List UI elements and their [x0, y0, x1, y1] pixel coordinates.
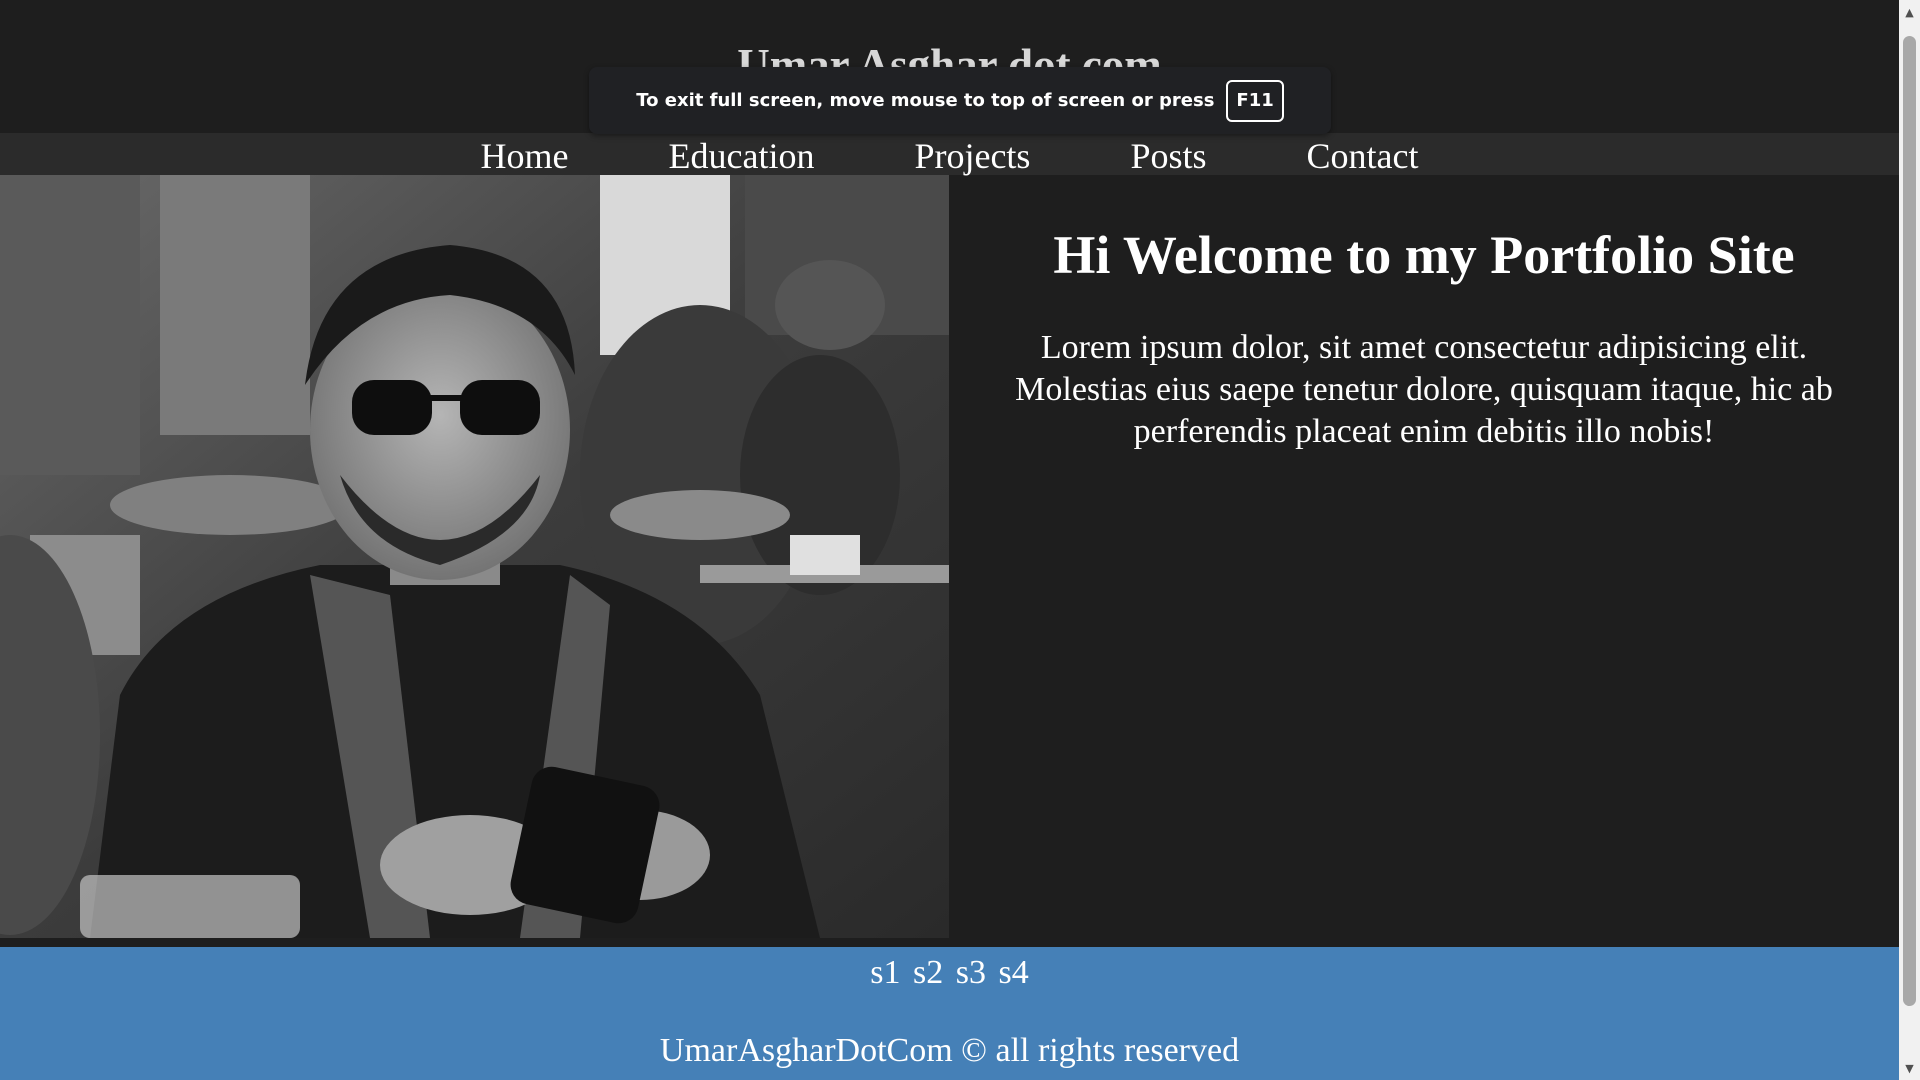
scrollbar-thumb[interactable] [1903, 36, 1916, 1006]
nav-posts[interactable]: Posts [1130, 131, 1206, 177]
social-link-s4[interactable]: s4 [998, 954, 1028, 991]
portfolio-page: Umar Asghar dot com To exit full screen,… [0, 0, 1920, 1080]
portrait-photo [0, 175, 949, 938]
nav-contact[interactable]: Contact [1306, 131, 1418, 177]
intro-paragraph: Lorem ipsum dolor, sit amet consectetur … [1015, 329, 1833, 450]
social-link-s2[interactable]: s2 [913, 954, 943, 991]
vertical-scrollbar[interactable]: ▲ ▼ [1899, 0, 1920, 1080]
social-link-s3[interactable]: s3 [956, 954, 986, 991]
f11-key-badge: F11 [1226, 79, 1284, 122]
nav-home[interactable]: Home [481, 131, 569, 177]
nav-education[interactable]: Education [669, 131, 815, 177]
intro-section: Hi Welcome to my Portfolio Site Lorem ip… [949, 175, 1899, 938]
social-link-s1[interactable]: s1 [870, 954, 900, 991]
nav-projects[interactable]: Projects [914, 131, 1030, 177]
scroll-up-arrow-icon[interactable]: ▲ [1903, 6, 1916, 20]
scroll-down-arrow-icon[interactable]: ▼ [1903, 1062, 1916, 1076]
main-nav: Home Education Projects Posts Contact [0, 131, 1899, 177]
portrait-photo-illustration [0, 175, 949, 938]
fullscreen-exit-notice: To exit full screen, move mouse to top o… [589, 67, 1331, 134]
social-links: s1 s2 s3 s4 [0, 953, 1899, 993]
welcome-heading: Hi Welcome to my Portfolio Site [1053, 225, 1795, 285]
site-footer: s1 s2 s3 s4 UmarAsgharDotCom © all right… [0, 947, 1899, 1080]
fullscreen-notice-text: To exit full screen, move mouse to top o… [636, 90, 1215, 111]
copyright-text: UmarAsgharDotCom © all rights reserved [659, 1032, 1240, 1069]
